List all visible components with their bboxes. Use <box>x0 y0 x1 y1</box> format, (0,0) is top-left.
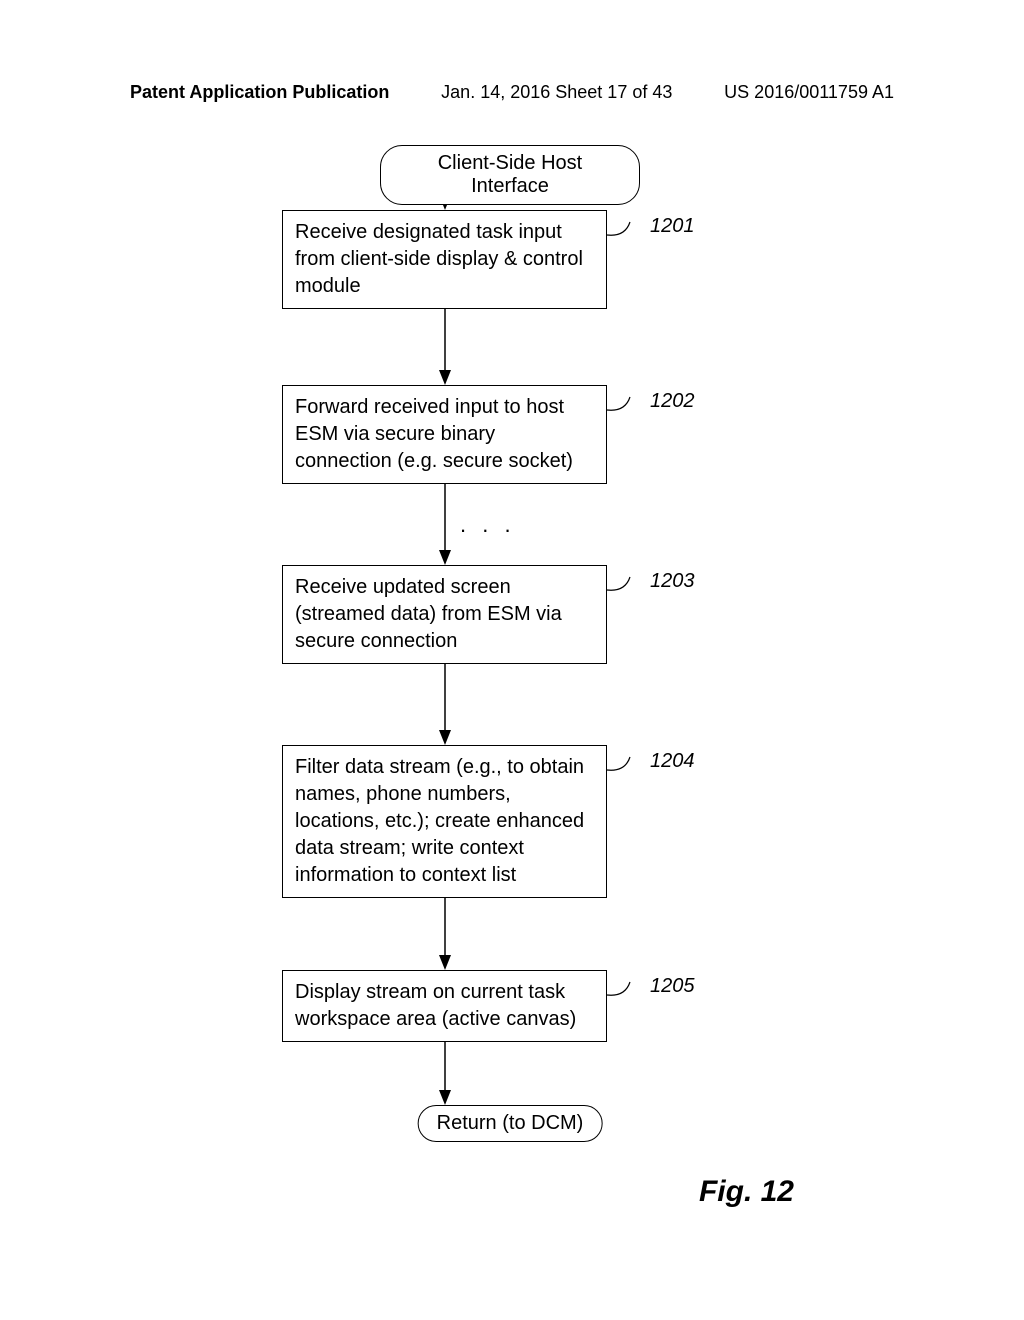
flowchart-step-2: Forward received input to host ESM via s… <box>282 385 607 484</box>
flowchart-step-2-ref: 1202 <box>650 390 695 413</box>
flowchart-step-4: Filter data stream (e.g., to obtain name… <box>282 745 607 898</box>
flowchart-step-5: Display stream on current task workspace… <box>282 970 607 1042</box>
flowchart-end-text: Return (to DCM) <box>437 1112 584 1134</box>
flowchart-step-1: Receive designated task input from clien… <box>282 210 607 309</box>
flowchart-end-terminal: Return (to DCM) <box>418 1105 603 1142</box>
flowchart-start-terminal: Client-Side Host Interface <box>380 145 640 205</box>
flowchart-step-3-text: Receive updated screen (streamed data) f… <box>295 576 562 652</box>
figure-label: Fig. 12 <box>699 1175 794 1209</box>
flowchart-step-1-ref: 1201 <box>650 215 695 238</box>
flowchart-step-4-ref: 1204 <box>650 750 695 773</box>
flowchart-step-5-ref: 1205 <box>650 975 695 998</box>
header-right: US 2016/0011759 A1 <box>724 82 894 103</box>
page-header: Patent Application Publication Jan. 14, … <box>0 82 1024 103</box>
flowchart-step-1-text: Receive designated task input from clien… <box>295 221 583 297</box>
flowchart-step-2-text: Forward received input to host ESM via s… <box>295 396 573 472</box>
flowchart-step-3-ref: 1203 <box>650 570 695 593</box>
flowchart-step-3: Receive updated screen (streamed data) f… <box>282 565 607 664</box>
flowchart-step-5-text: Display stream on current task workspace… <box>295 981 576 1030</box>
flowchart-step-4-text: Filter data stream (e.g., to obtain name… <box>295 756 584 886</box>
flowchart-start-text: Client-Side Host Interface <box>438 152 583 197</box>
flowchart-continuation-dots: . . . <box>460 512 516 538</box>
header-center: Jan. 14, 2016 Sheet 17 of 43 <box>441 82 672 103</box>
header-left: Patent Application Publication <box>130 82 389 103</box>
